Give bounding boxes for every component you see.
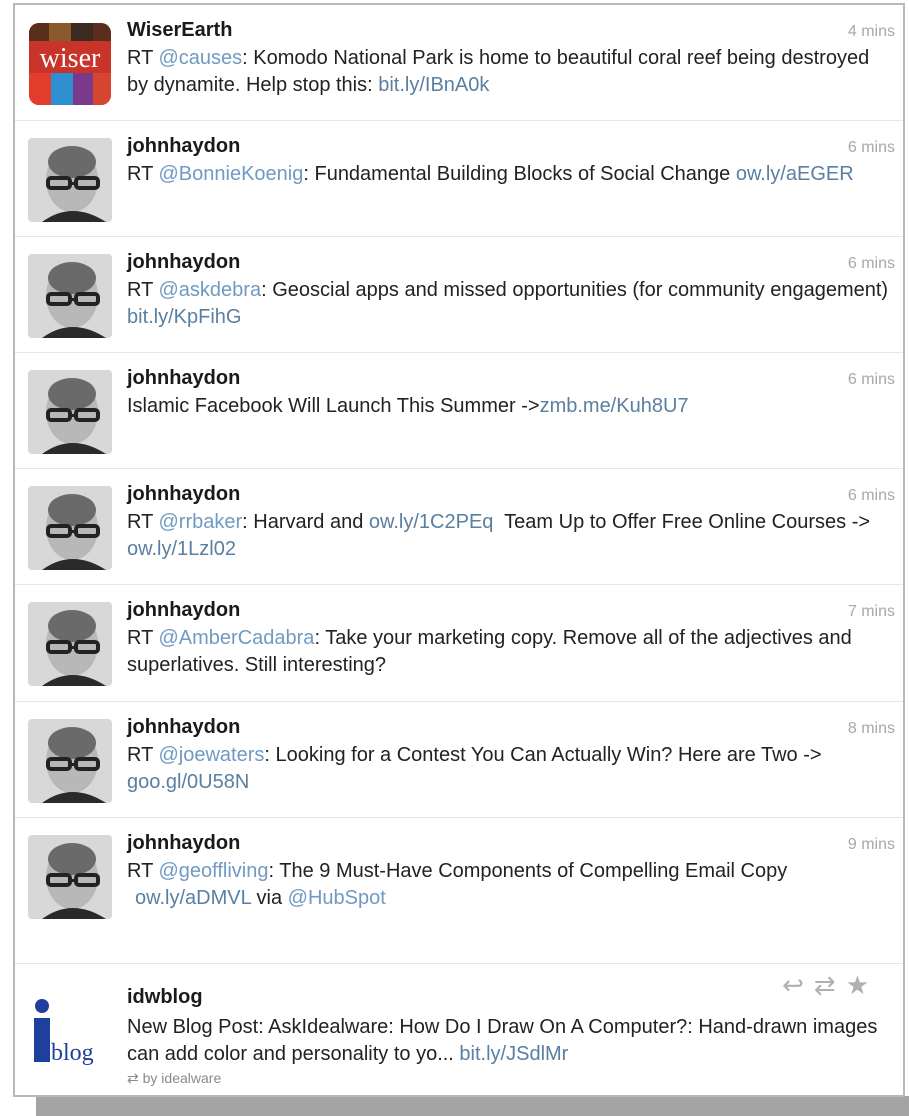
url-link[interactable]: zmb.me/Kuh8U7 (540, 395, 689, 417)
svg-text:wiser: wiser (40, 43, 101, 74)
url-link[interactable]: bit.ly/IBnA0k (378, 74, 489, 96)
tweet-author[interactable]: johnhaydon (127, 483, 240, 506)
retweet-icon[interactable]: ⇄ (814, 970, 846, 1000)
tweet-time[interactable]: 7 mins (848, 603, 895, 621)
tweet-text: RT @geoffliving: The 9 Must-Have Compone… (127, 858, 895, 912)
tweet-text-body-2: via (250, 887, 288, 909)
tweet-author[interactable]: johnhaydon (127, 251, 240, 274)
tweet-author[interactable]: johnhaydon (127, 716, 240, 739)
tweet-item[interactable]: johnhaydon 9 mins RT @geoffliving: The 9… (15, 818, 903, 964)
tweet-text-body: : Harvard and (242, 511, 369, 533)
tweet-time[interactable]: 8 mins (848, 720, 895, 738)
avatar[interactable] (28, 719, 112, 803)
tweet-text-prefix: RT (127, 163, 159, 185)
tweet-text: RT @AmberCadabra: Take your marketing co… (127, 625, 895, 679)
tweet-author[interactable]: idwblog (127, 986, 203, 1009)
tweet-item[interactable]: blog ↩⇄★ idwblog New Blog Post: AskIdeal… (15, 964, 903, 1095)
mention-link[interactable]: @rrbaker (159, 511, 243, 533)
tweet-time[interactable]: 6 mins (848, 139, 895, 157)
tweet-text-prefix: RT (127, 627, 159, 649)
tweet-text: New Blog Post: AskIdealware: How Do I Dr… (127, 1014, 895, 1068)
panel-shadow (36, 1096, 909, 1116)
reply-icon[interactable]: ↩ (782, 970, 814, 1000)
mention-link[interactable]: @joewaters (159, 744, 265, 766)
tweet-text-prefix: RT (127, 279, 159, 301)
tweet-text-body: : The 9 Must-Have Components of Compelli… (268, 860, 788, 882)
url-link[interactable]: bit.ly/JSdlMr (459, 1043, 568, 1065)
retweet-small-icon: ⇄ (127, 1070, 143, 1086)
tweet-item[interactable]: johnhaydon 6 mins RT @askdebra: Geoscial… (15, 237, 903, 353)
tweet-item[interactable]: johnhaydon 8 mins RT @joewaters: Looking… (15, 702, 903, 818)
mention-link[interactable]: @geoffliving (159, 860, 269, 882)
tweet-text: RT @askdebra: Geoscial apps and missed o… (127, 277, 895, 331)
svg-text:blog: blog (51, 1040, 94, 1066)
tweet-text-prefix: RT (127, 511, 159, 533)
tweet-text: RT @causes: Komodo National Park is home… (127, 45, 895, 99)
tweet-text-prefix: RT (127, 47, 159, 69)
url-link[interactable]: ow.ly/aEGER (736, 163, 854, 185)
tweet-text-body-2: Team Up to Offer Free Online Courses -> (493, 511, 876, 533)
url-link[interactable]: bit.ly/KpFihG (127, 306, 241, 328)
tweet-text-prefix: RT (127, 860, 159, 882)
tweet-text-body: : Fundamental Building Blocks of Social … (303, 163, 736, 185)
avatar[interactable] (28, 835, 112, 919)
url-link[interactable]: goo.gl/0U58N (127, 771, 249, 793)
url-link[interactable]: ow.ly/aDMVL (127, 887, 251, 909)
tweet-author[interactable]: johnhaydon (127, 832, 240, 855)
avatar[interactable]: blog (29, 984, 113, 1068)
tweet-text-prefix: RT (127, 744, 159, 766)
tweet-actions: ↩⇄★ (782, 970, 879, 1001)
tweet-author[interactable]: johnhaydon (127, 599, 240, 622)
tweet-item[interactable]: johnhaydon 6 mins Islamic Facebook Will … (15, 353, 903, 469)
tweet-time[interactable]: 9 mins (848, 836, 895, 854)
tweet-text-body: : Looking for a Contest You Can Actually… (264, 744, 822, 766)
tweet-text: RT @BonnieKoenig: Fundamental Building B… (127, 161, 895, 188)
tweet-item[interactable]: johnhaydon 6 mins RT @rrbaker: Harvard a… (15, 469, 903, 585)
mention-link[interactable]: @askdebra (159, 279, 262, 301)
tweet-text: RT @joewaters: Looking for a Contest You… (127, 742, 895, 796)
favorite-icon[interactable]: ★ (846, 970, 879, 1000)
tweet-item[interactable]: johnhaydon 7 mins RT @AmberCadabra: Take… (15, 585, 903, 702)
retweet-attribution: ⇄ by idealware (127, 1070, 221, 1087)
avatar[interactable]: wiser (29, 23, 111, 105)
tweet-text-body: : Geoscial apps and missed opportunities… (261, 279, 889, 301)
mention-link[interactable]: @causes (159, 47, 243, 69)
avatar[interactable] (28, 254, 112, 338)
avatar[interactable] (28, 370, 112, 454)
retweet-attribution-text[interactable]: by idealware (143, 1070, 222, 1086)
mention-link[interactable]: @AmberCadabra (159, 627, 315, 649)
tweet-item[interactable]: johnhaydon 6 mins RT @BonnieKoenig: Fund… (15, 121, 903, 237)
tweet-text: Islamic Facebook Will Launch This Summer… (127, 393, 895, 420)
mention-link[interactable]: @BonnieKoenig (159, 163, 304, 185)
url-link[interactable]: ow.ly/1C2PEq (369, 511, 494, 533)
mention-link[interactable]: @HubSpot (288, 887, 386, 909)
tweet-time[interactable]: 6 mins (848, 487, 895, 505)
tweet-item[interactable]: wiser WiserEarth 4 mins RT @causes: Komo… (15, 5, 903, 121)
tweet-text: RT @rrbaker: Harvard and ow.ly/1C2PEq Te… (127, 509, 895, 563)
tweet-text-body: Islamic Facebook Will Launch This Summer… (127, 395, 540, 417)
tweet-timeline[interactable]: wiser WiserEarth 4 mins RT @causes: Komo… (13, 3, 905, 1097)
tweet-time[interactable]: 6 mins (848, 255, 895, 273)
avatar[interactable] (28, 486, 112, 570)
tweet-author[interactable]: johnhaydon (127, 367, 240, 390)
avatar[interactable] (28, 602, 112, 686)
tweet-time[interactable]: 6 mins (848, 371, 895, 389)
tweet-author[interactable]: johnhaydon (127, 135, 240, 158)
tweet-time[interactable]: 4 mins (848, 23, 895, 41)
url-link[interactable]: ow.ly/1Lzl02 (127, 538, 236, 560)
tweet-author[interactable]: WiserEarth (127, 19, 232, 42)
avatar[interactable] (28, 138, 112, 222)
